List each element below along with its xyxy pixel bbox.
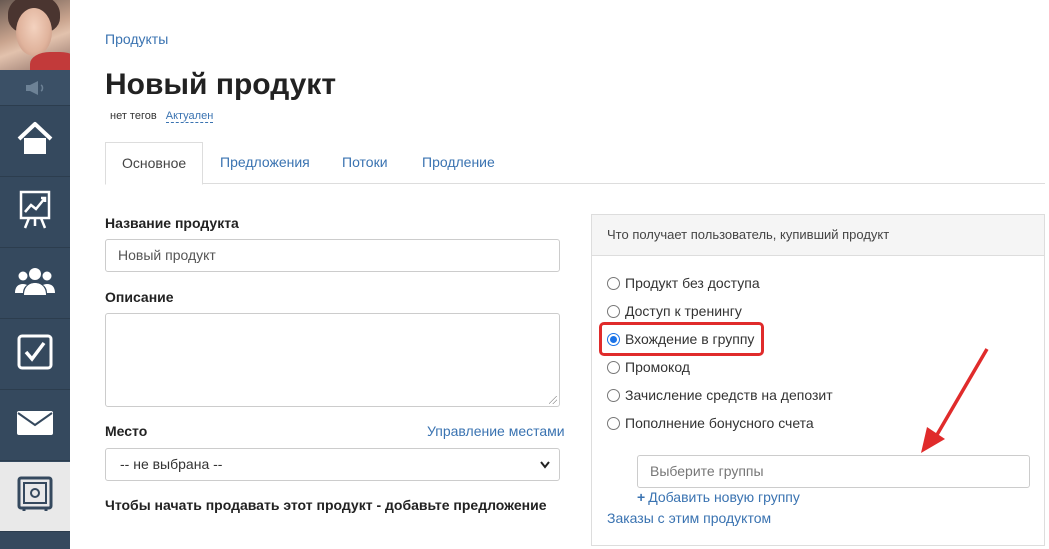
description-textarea[interactable] bbox=[105, 313, 560, 407]
tab-streams[interactable]: Потоки bbox=[326, 142, 404, 184]
manage-places-link[interactable]: Управление местами bbox=[427, 423, 565, 439]
arrow-annotation-icon bbox=[921, 348, 989, 453]
add-group-label: Добавить новую группу bbox=[648, 489, 800, 505]
add-group-link[interactable]: + Добавить новую группу bbox=[637, 489, 800, 505]
product-name-input[interactable]: Новый продукт bbox=[105, 239, 560, 272]
radio-button[interactable] bbox=[607, 304, 620, 318]
no-tags-label[interactable]: нет тегов bbox=[110, 110, 157, 122]
option-promocode[interactable]: Промокод bbox=[607, 356, 690, 378]
option-label: Продукт без доступа bbox=[625, 275, 760, 291]
add-offer-hint: Чтобы начать продавать этот продукт - до… bbox=[105, 497, 547, 513]
safe-icon bbox=[17, 476, 53, 517]
main-content: Продукты Новый продукт нет тегов Актуале… bbox=[105, 0, 1045, 549]
page-title: Новый продукт bbox=[105, 68, 337, 101]
access-panel: Что получает пользователь, купивший прод… bbox=[591, 214, 1045, 546]
tabs: Основное Предложения Потоки Продление bbox=[105, 142, 1045, 185]
tab-main[interactable]: Основное bbox=[105, 142, 204, 185]
place-select[interactable]: -- не выбрана -- bbox=[105, 448, 560, 481]
option-training-access[interactable]: Доступ к тренингу bbox=[607, 300, 742, 322]
status-link[interactable]: Актуален bbox=[165, 110, 214, 123]
users-icon bbox=[15, 265, 55, 302]
option-label: Зачисление средств на депозит bbox=[625, 387, 833, 403]
breadcrumb[interactable]: Продукты bbox=[105, 31, 168, 47]
option-bonus[interactable]: Пополнение бонусного счета bbox=[607, 412, 814, 434]
sidebar-item-home[interactable] bbox=[0, 107, 70, 177]
radio-button[interactable] bbox=[607, 388, 620, 402]
place-label: Место bbox=[105, 423, 148, 439]
tab-renewal[interactable]: Продление bbox=[406, 142, 511, 184]
option-label: Доступ к тренингу bbox=[625, 303, 742, 319]
group-select-input[interactable]: Выберите группы bbox=[637, 455, 1030, 488]
sidebar-item-mail[interactable] bbox=[0, 391, 70, 461]
highlight-box bbox=[599, 322, 764, 356]
chevron-down-icon bbox=[539, 449, 551, 492]
option-label: Пополнение бонусного счета bbox=[625, 415, 814, 431]
option-no-access[interactable]: Продукт без доступа bbox=[607, 272, 760, 294]
radio-button[interactable] bbox=[607, 416, 620, 430]
checkbox-icon bbox=[17, 334, 53, 375]
panel-title: Что получает пользователь, купивший прод… bbox=[592, 215, 1044, 256]
sidebar-item-users[interactable] bbox=[0, 249, 70, 319]
sidebar-item-tasks[interactable] bbox=[0, 320, 70, 390]
place-select-value: -- не выбрана -- bbox=[120, 456, 223, 472]
option-deposit[interactable]: Зачисление средств на депозит bbox=[607, 384, 833, 406]
tab-offers[interactable]: Предложения bbox=[204, 142, 326, 184]
radio-button[interactable] bbox=[607, 360, 620, 374]
resize-grip-icon[interactable] bbox=[549, 396, 557, 404]
chart-easel-icon bbox=[19, 190, 51, 235]
option-label: Промокод bbox=[625, 359, 690, 375]
plus-icon: + bbox=[637, 489, 646, 505]
avatar[interactable] bbox=[0, 0, 70, 70]
sidebar-item-safe[interactable] bbox=[0, 462, 70, 532]
product-name-label: Название продукта bbox=[105, 215, 239, 231]
home-icon bbox=[16, 121, 54, 162]
sidebar-item-stats[interactable] bbox=[0, 178, 70, 248]
sidebar bbox=[0, 0, 70, 549]
tags-line: нет тегов Актуален bbox=[110, 110, 214, 123]
megaphone-icon[interactable] bbox=[0, 70, 70, 106]
envelope-icon bbox=[17, 411, 53, 440]
orders-link[interactable]: Заказы с этим продуктом bbox=[607, 510, 771, 526]
description-label: Описание bbox=[105, 289, 174, 305]
radio-button[interactable] bbox=[607, 276, 620, 290]
